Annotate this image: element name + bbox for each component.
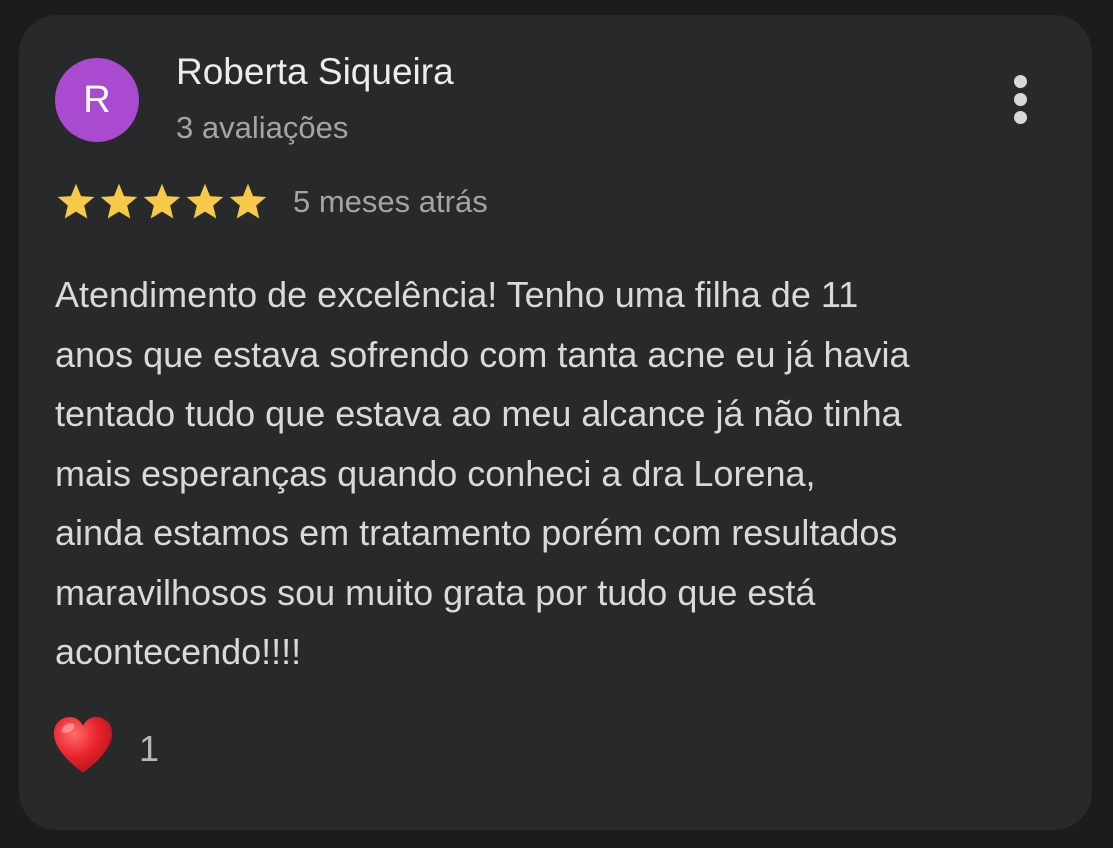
- review-text-line: mais esperanças quando conheci a dra Lor…: [55, 452, 816, 494]
- review-date: 5 meses atrás: [293, 184, 488, 219]
- review-count: 3 avaliações: [176, 110, 349, 145]
- review-text-line: tentado tudo que estava ao meu alcance j…: [55, 393, 902, 434]
- review-card: R Roberta Siqueira 3 avaliações 5 meses …: [19, 15, 1092, 830]
- review-text-line: acontecendo!!!!: [55, 631, 302, 672]
- review-text: Atendimento de excelência! Tenho uma fil…: [55, 265, 1075, 682]
- avatar[interactable]: R: [55, 58, 139, 142]
- review-text-line: Atendimento de excelência! Tenho uma fil…: [55, 274, 859, 315]
- star-icon: [100, 183, 138, 219]
- reaction-count: 1: [139, 727, 160, 769]
- rating-row: 5 meses atrás: [55, 180, 488, 224]
- heart-icon: [51, 715, 115, 782]
- star-icon: [143, 183, 181, 219]
- review-text-line: anos que estava sofrendo com tanta acne …: [55, 333, 910, 375]
- review-text-line: maravilhosos sou muito grata por tudo qu…: [55, 571, 816, 613]
- star-icon: [229, 183, 267, 219]
- star-icon: [57, 183, 95, 219]
- reaction-button[interactable]: 1: [51, 715, 159, 782]
- more-options-button[interactable]: [999, 73, 1043, 127]
- star-icon: [186, 183, 224, 219]
- star-rating: [55, 182, 269, 222]
- author-name[interactable]: Roberta Siqueira: [176, 51, 454, 93]
- review-text-line: ainda estamos em tratamento porém com re…: [55, 512, 898, 553]
